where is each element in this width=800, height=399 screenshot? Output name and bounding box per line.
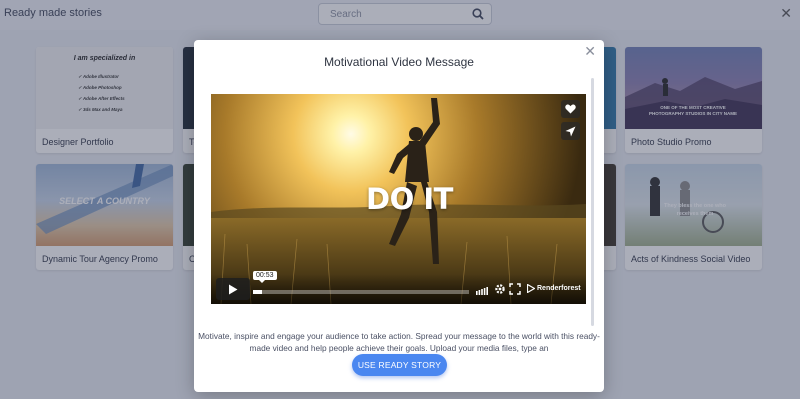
renderforest-logo[interactable]: Renderforest — [527, 284, 581, 293]
progress-bar[interactable] — [253, 290, 469, 294]
play-icon — [229, 284, 238, 294]
time-display: 00:53 — [253, 271, 277, 283]
story-description: Motivate, inspire and engage your audien… — [198, 331, 600, 353]
modal-scrollbar[interactable] — [591, 78, 594, 326]
gear-icon[interactable] — [494, 283, 506, 295]
renderforest-icon — [527, 284, 535, 293]
story-preview-modal: Motivational Video Message ✕ DO IT 00:53… — [194, 40, 604, 392]
heart-icon — [565, 104, 576, 114]
send-icon — [565, 126, 576, 136]
like-button[interactable] — [561, 100, 580, 118]
use-ready-story-button[interactable]: USE READY STORY — [352, 354, 447, 376]
progress-fill — [253, 290, 262, 294]
modal-title: Motivational Video Message — [324, 55, 474, 69]
volume-icon[interactable] — [476, 285, 490, 295]
brand-name: Renderforest — [537, 285, 581, 292]
video-player[interactable]: DO IT 00:53 Renderforest — [211, 94, 586, 304]
share-button[interactable] — [561, 122, 580, 140]
video-overlay-text: DO IT — [366, 182, 453, 216]
fullscreen-icon[interactable] — [509, 283, 521, 295]
video-controls: 00:53 Renderforest — [211, 271, 586, 304]
play-button[interactable] — [216, 278, 250, 300]
close-icon[interactable]: ✕ — [584, 43, 596, 60]
